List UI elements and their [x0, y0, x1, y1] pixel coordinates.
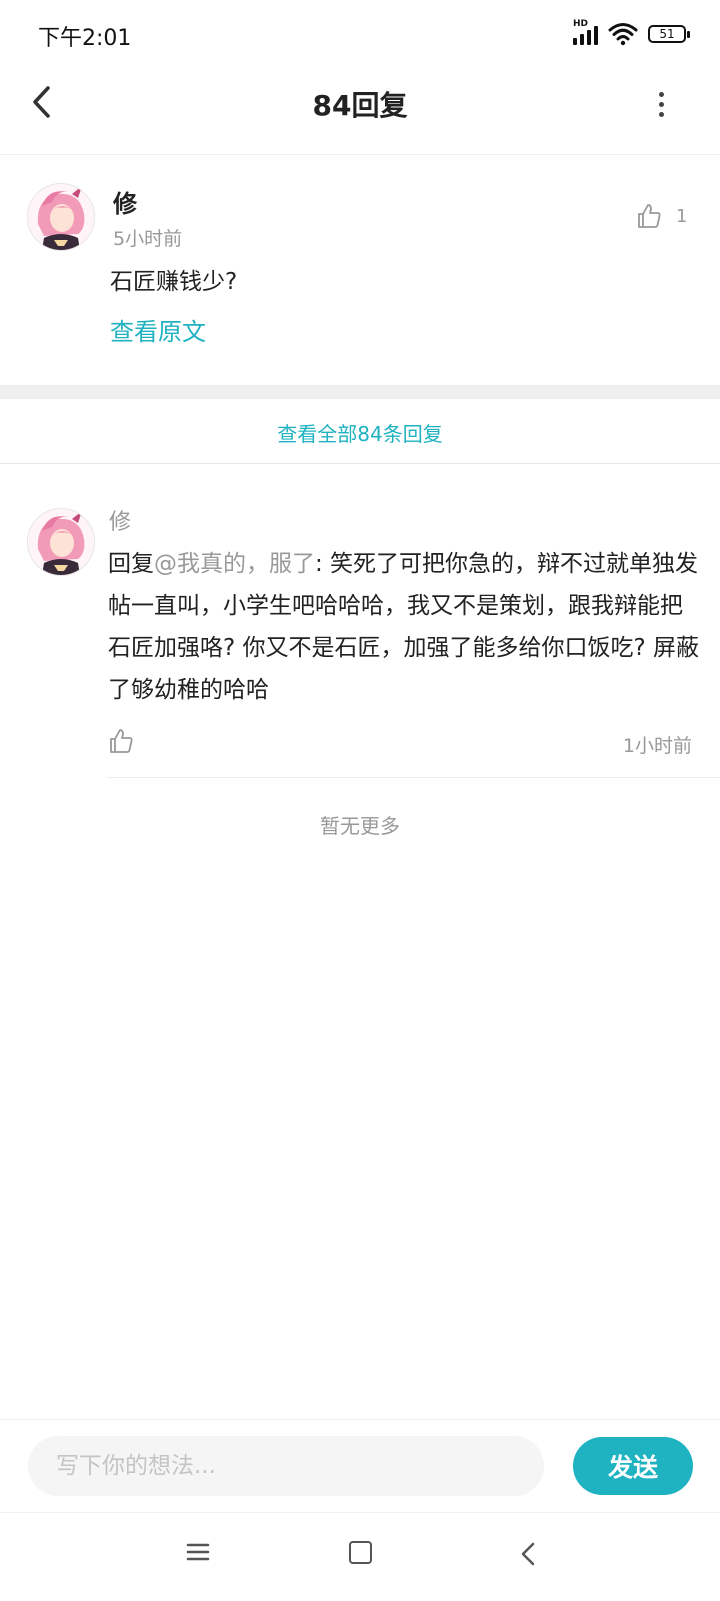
divider	[107, 777, 720, 778]
post-time: 5小时前	[113, 228, 183, 250]
menu-icon[interactable]	[186, 1542, 210, 1562]
divider	[0, 1419, 720, 1420]
reply-content: 回复@我真的，服了: 笑死了可把你急的，辩不过就单独发帖一直叫，小学生吧哈哈哈，…	[108, 543, 700, 711]
page-title: 84回复	[312, 89, 408, 122]
more-vertical-icon	[658, 91, 664, 97]
thumbs-up-icon	[638, 204, 661, 228]
reply-time: 1小时前	[622, 735, 692, 757]
avatar[interactable]	[27, 183, 95, 251]
nav-back-icon[interactable]	[520, 1542, 536, 1566]
comment-input[interactable]	[28, 1436, 544, 1496]
reply-mention[interactable]: @我真的，服了	[154, 551, 315, 577]
send-button[interactable]: 发送	[573, 1437, 693, 1495]
battery-level: 51	[659, 27, 675, 41]
more-dot	[658, 101, 664, 107]
cell-signal-icon: HD	[573, 19, 598, 45]
wifi-icon	[608, 23, 638, 46]
avatar[interactable]	[27, 508, 95, 576]
home-square-icon[interactable]	[349, 1541, 372, 1564]
section-separator	[0, 385, 720, 399]
battery-icon: 51	[648, 25, 690, 43]
avatar-image	[28, 509, 94, 575]
header-divider	[0, 154, 720, 155]
post-author[interactable]: 修	[113, 184, 137, 219]
status-icons: HD 51	[573, 19, 690, 48]
post-like-count: 1	[676, 205, 688, 227]
avatar-image	[28, 184, 94, 250]
no-more-label: 暂无更多	[320, 814, 400, 838]
post-content: 石匠赚钱少?	[110, 269, 238, 295]
network-type: HD	[573, 19, 589, 29]
reply-author[interactable]: 修	[109, 504, 131, 536]
more-options-button[interactable]	[646, 86, 676, 122]
view-original-link[interactable]: 查看原文	[110, 312, 206, 347]
post-like-button[interactable]: 1	[636, 203, 687, 229]
reply-prefix: 回复	[108, 551, 154, 577]
divider	[0, 463, 720, 464]
view-all-replies-link[interactable]: 查看全部84条回复	[0, 418, 720, 447]
status-time: 下午2:01	[38, 26, 132, 51]
more-dot	[658, 111, 664, 117]
thumbs-up-icon	[110, 729, 133, 753]
reply-like-button[interactable]	[108, 728, 134, 758]
